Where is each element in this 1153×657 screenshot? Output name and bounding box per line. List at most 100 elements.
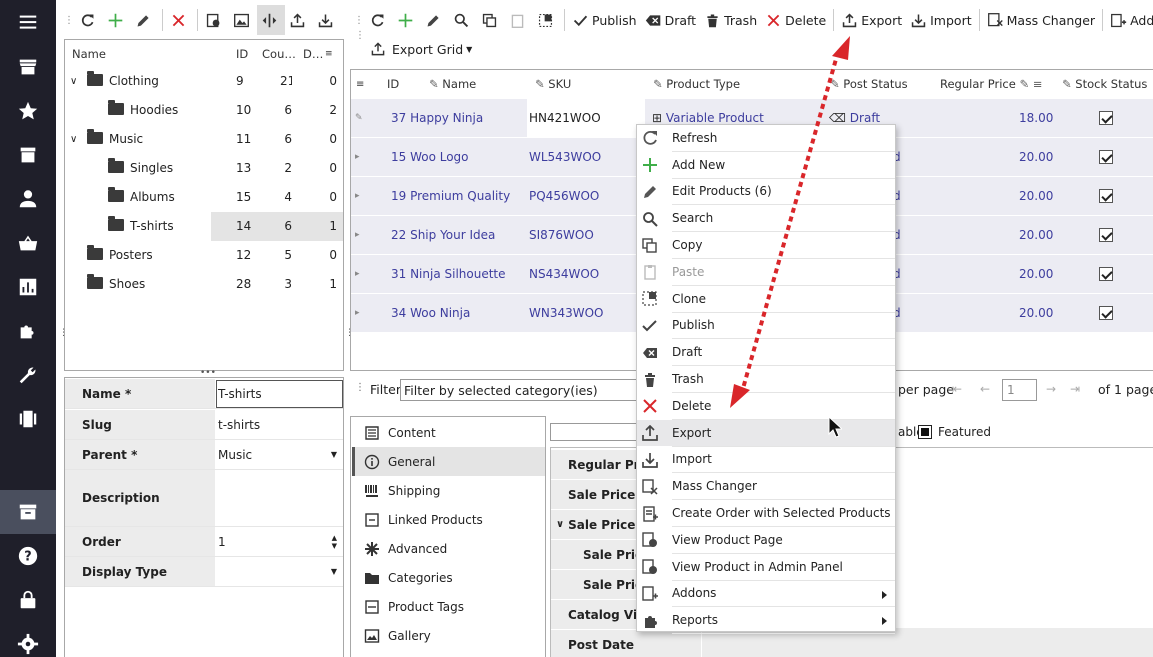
tab-shipping[interactable]: Shipping [352, 476, 545, 505]
prev-page-icon[interactable]: ← [980, 382, 990, 396]
col-price-header[interactable]: Regular Price ✎ ≡ [940, 77, 1042, 91]
mass-changer-button[interactable]: Mass Changer [983, 5, 1099, 35]
split-icon[interactable] [257, 5, 285, 35]
regular-price[interactable]: 20.00 [1019, 177, 1053, 215]
regular-price[interactable]: 20.00 [1019, 138, 1053, 176]
expand-row-icon[interactable]: ▸ [355, 216, 360, 254]
clone-icon[interactable] [533, 5, 561, 35]
import-button[interactable]: Import [906, 5, 976, 35]
product-sku[interactable]: PQ456WOO [529, 177, 599, 215]
col-sku-header[interactable]: ✎ SKU [535, 77, 571, 91]
slug-input[interactable]: t-shirts [217, 410, 343, 439]
edit-icon[interactable] [131, 5, 159, 35]
star-icon[interactable] [0, 89, 56, 133]
toolbar-grip[interactable]: ⋮ [62, 15, 75, 26]
menu-item-create-order-with-selected-products[interactable]: Create Order with Selected Products [637, 500, 895, 527]
expand-row-icon[interactable]: ▸ [355, 255, 360, 293]
product-id-name[interactable]: 34 Woo Ninja [391, 294, 470, 332]
featured-checkbox[interactable] [918, 425, 932, 439]
view-icon[interactable] [201, 5, 229, 35]
next-page-icon[interactable]: → [1046, 382, 1056, 396]
delete-icon[interactable] [166, 5, 194, 35]
tab-advanced[interactable]: Advanced [352, 534, 545, 563]
refresh-icon[interactable] [75, 5, 103, 35]
expand-row-icon[interactable]: ▸ [355, 294, 360, 332]
image-icon[interactable] [229, 5, 257, 35]
copy-icon[interactable] [477, 5, 505, 35]
menu-item-export[interactable]: Export [637, 419, 895, 447]
sort-icon[interactable]: ≡ [325, 49, 333, 59]
menu-item-view-product-in-admin-panel[interactable]: View Product in Admin Panel [637, 554, 895, 581]
product-sku[interactable]: SI876WOO [529, 216, 594, 254]
menu-item-view-product-page[interactable]: View Product Page [637, 527, 895, 554]
product-sku[interactable]: WL543WOO [529, 138, 601, 176]
basket-icon[interactable] [0, 221, 56, 265]
description-input[interactable] [217, 470, 343, 526]
edit-icon[interactable] [421, 5, 449, 35]
stock-status-checkbox[interactable] [1099, 228, 1113, 242]
regular-price[interactable]: 20.00 [1019, 294, 1053, 332]
tree-row[interactable]: Posters 12 5 0 [65, 241, 343, 270]
stock-status-checkbox[interactable] [1099, 267, 1113, 281]
toolbar-grip[interactable]: ⋮ [355, 382, 365, 393]
tab-general[interactable]: General [352, 447, 545, 476]
product-id-name[interactable]: 22 Ship Your Idea [391, 216, 495, 254]
product-id-name[interactable]: 31 Ninja Silhouette [391, 255, 506, 293]
tree-row[interactable]: ∨ Clothing 9 21 0 [65, 67, 343, 96]
toolbar-grip[interactable]: ⋮ [352, 15, 365, 26]
col-stock-header[interactable]: ✎ Stock Status [1062, 77, 1147, 91]
export-icon[interactable] [285, 5, 313, 35]
puzzle-icon[interactable] [0, 309, 56, 353]
box-icon[interactable] [0, 490, 56, 534]
name-input[interactable]: T-shirts [216, 380, 343, 408]
tree-row[interactable]: Shoes 28 3 1 [65, 270, 343, 299]
tree-row[interactable]: ∨ Music 11 6 0 [65, 125, 343, 154]
tab-content[interactable]: Content [352, 418, 545, 447]
chart-icon[interactable] [0, 265, 56, 309]
spinner-icon[interactable]: ▲ ▼ [332, 534, 337, 550]
export-grid-button[interactable]: Export Grid ▼ [370, 38, 472, 60]
col-id-header[interactable]: ID [236, 47, 248, 61]
gear-icon[interactable] [0, 622, 56, 657]
user-icon[interactable] [0, 177, 56, 221]
product-sku[interactable]: NS434WOO [529, 255, 599, 293]
first-page-icon[interactable]: ⇤ [952, 382, 962, 396]
carousel-icon[interactable] [0, 397, 56, 441]
last-page-icon[interactable]: ⇥ [1070, 382, 1080, 396]
import-icon[interactable] [313, 5, 341, 35]
order-stepper[interactable]: 1 ▲ ▼ [217, 527, 343, 556]
menu-item-addons[interactable]: Addons [637, 581, 895, 608]
tab-categories[interactable]: Categories [352, 563, 545, 592]
regular-price[interactable]: 20.00 [1019, 255, 1053, 293]
stock-status-checkbox[interactable] [1099, 306, 1113, 320]
help-icon[interactable]: ? [0, 534, 56, 578]
menu-item-import[interactable]: Import [637, 447, 895, 474]
product-id-name[interactable]: 15 Woo Logo [391, 138, 469, 176]
search-icon[interactable] [449, 5, 477, 35]
col-d-header[interactable]: D… [303, 47, 323, 61]
stock-status-checkbox[interactable] [1099, 189, 1113, 203]
field-search-input[interactable] [550, 423, 640, 441]
paste-icon[interactable] [505, 5, 533, 35]
display-type-select[interactable]: ▼ [217, 557, 343, 586]
addons-button[interactable]: Addons▼ [1106, 5, 1153, 35]
stock-status-checkbox[interactable] [1099, 150, 1113, 164]
add-icon[interactable] [393, 5, 421, 35]
col-name-header[interactable]: ✎ Name [429, 77, 476, 91]
draft-button[interactable]: Draft [641, 5, 701, 35]
tree-row[interactable]: Albums 15 4 0 [65, 183, 343, 212]
col-id-header[interactable]: ID [387, 77, 399, 91]
archive-icon[interactable] [0, 133, 56, 177]
tree-row[interactable]: Hoodies 10 6 2 [65, 96, 343, 125]
publish-button[interactable]: Publish [568, 5, 641, 35]
page-input[interactable]: 1 [1002, 379, 1037, 401]
splitter-grip[interactable]: ⋮ [59, 328, 68, 338]
store-icon[interactable] [0, 45, 56, 89]
menu-item-mass-changer[interactable]: Mass Changer [637, 473, 895, 501]
toolbar-grip[interactable]: ⋮ [355, 30, 365, 41]
tree-row[interactable]: T-shirts 14 6 1 [65, 212, 343, 241]
menu-icon[interactable] [0, 0, 56, 44]
product-id-name[interactable]: 37 Happy Ninja [391, 99, 483, 137]
expand-row-icon[interactable]: ▸ [355, 138, 360, 176]
col-count-header[interactable]: Cou… [262, 47, 296, 61]
